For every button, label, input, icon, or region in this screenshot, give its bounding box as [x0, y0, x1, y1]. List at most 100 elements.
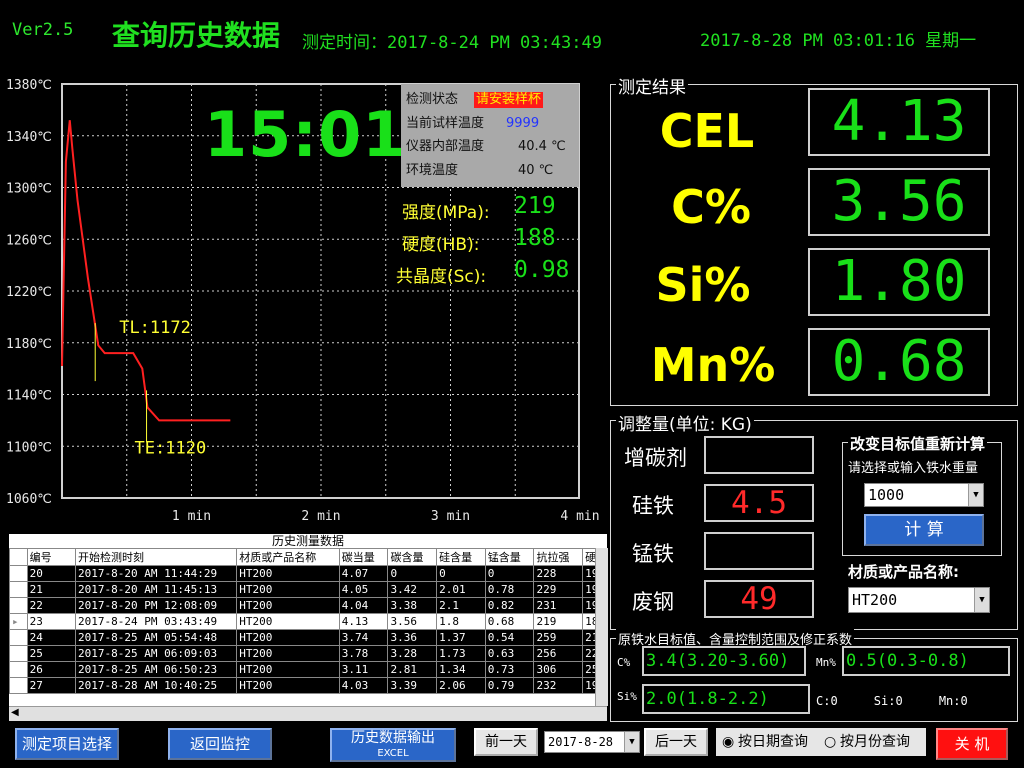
table-hscrollbar[interactable]: ◀: [9, 706, 607, 721]
table-cell[interactable]: 0: [436, 565, 486, 582]
table-row[interactable]: 25 2017-8-25 AM 06:09:03 HT200 3.78 3.28 1.73…: [9, 645, 607, 662]
table-cell[interactable]: 219: [533, 613, 584, 630]
table-cell[interactable]: 2.1: [436, 597, 486, 614]
table-row[interactable]: 24 2017-8-25 AM 05:54:48 HT200 3.74 3.36 1.37…: [9, 629, 607, 646]
table-cell[interactable]: 3.38: [387, 597, 438, 614]
table-cell[interactable]: 0.78: [484, 581, 535, 598]
table-cell[interactable]: 2017-8-20 AM 11:45:13: [75, 581, 238, 598]
table-cell[interactable]: 1.8: [436, 613, 486, 630]
row-indicator[interactable]: ▸: [9, 613, 28, 630]
chevron-down-icon[interactable]: ▼: [624, 732, 639, 752]
table-cell[interactable]: 0.68: [484, 613, 535, 630]
table-cell[interactable]: 1.37: [436, 629, 486, 646]
table-cell[interactable]: 3.42: [387, 581, 438, 598]
table-cell[interactable]: HT200: [236, 597, 340, 614]
select-test-item-button[interactable]: 测定项目选择: [15, 728, 119, 760]
table-cell[interactable]: 1.34: [436, 661, 486, 678]
table-cell[interactable]: 0.63: [484, 645, 535, 662]
table-cell[interactable]: 4.03: [338, 677, 389, 694]
calculate-button[interactable]: 计 算: [864, 514, 984, 546]
table-cell[interactable]: 25: [26, 645, 77, 662]
table-cell[interactable]: 3.74: [338, 629, 389, 646]
table-cell[interactable]: 0.54: [484, 629, 535, 646]
table-cell[interactable]: HT200: [236, 629, 340, 646]
row-indicator[interactable]: [9, 581, 28, 598]
table-cell[interactable]: 2.81: [387, 661, 438, 678]
table-cell[interactable]: 3.11: [338, 661, 389, 678]
table-cell[interactable]: HT200: [236, 661, 340, 678]
table-cell[interactable]: 4.05: [338, 581, 389, 598]
radio-selected-icon[interactable]: ◉: [722, 728, 734, 756]
table-cell[interactable]: 2.06: [436, 677, 486, 694]
table-cell[interactable]: 4.07: [338, 565, 389, 582]
shutdown-button[interactable]: 关 机: [936, 728, 1008, 760]
radio-unselected-icon[interactable]: ○: [824, 728, 836, 756]
table-cell[interactable]: 3.39: [387, 677, 438, 694]
table-cell[interactable]: 2017-8-24 PM 03:43:49: [75, 613, 238, 630]
column-header[interactable]: 碳含量: [387, 548, 438, 566]
table-cell[interactable]: 21: [26, 581, 77, 598]
table-cell[interactable]: HT200: [236, 565, 340, 582]
table-cell[interactable]: 27: [26, 677, 77, 694]
table-cell[interactable]: 26: [26, 661, 77, 678]
weight-select[interactable]: 1000 ▼: [864, 483, 984, 507]
next-day-button[interactable]: 后一天: [644, 728, 708, 756]
table-cell[interactable]: 2017-8-28 AM 10:40:25: [75, 677, 238, 694]
table-cell[interactable]: 2017-8-20 AM 11:44:29: [75, 565, 238, 582]
table-cell[interactable]: HT200: [236, 581, 340, 598]
table-row[interactable]: 20 2017-8-20 AM 11:44:29 HT200 4.07 0 0 0 228 19: [9, 565, 607, 582]
table-cell[interactable]: 0.79: [484, 677, 535, 694]
column-header[interactable]: 碳当量: [338, 548, 389, 566]
table-cell[interactable]: HT200: [236, 677, 340, 694]
table-cell[interactable]: 2017-8-20 PM 12:08:09: [75, 597, 238, 614]
table-cell[interactable]: 0: [387, 565, 438, 582]
by-month-label[interactable]: 按月份查询: [840, 728, 910, 756]
chevron-down-icon[interactable]: ▼: [974, 588, 989, 612]
table-row[interactable]: 26 2017-8-25 AM 06:50:23 HT200 3.11 2.81 1.34…: [9, 661, 607, 678]
table-cell[interactable]: HT200: [236, 645, 340, 662]
table-cell[interactable]: 231: [533, 597, 584, 614]
material-select[interactable]: HT200 ▼: [848, 587, 990, 613]
table-cell[interactable]: 24: [26, 629, 77, 646]
column-header[interactable]: 材质或产品名称: [236, 548, 340, 566]
table-cell[interactable]: 3.28: [387, 645, 438, 662]
table-row[interactable]: 21 2017-8-20 AM 11:45:13 HT200 4.05 3.42 2.01…: [9, 581, 607, 598]
row-indicator[interactable]: [9, 645, 28, 662]
table-cell[interactable]: 0.82: [484, 597, 535, 614]
table-cell[interactable]: 2017-8-25 AM 05:54:48: [75, 629, 238, 646]
date-picker[interactable]: 2017-8-28 ▼: [544, 731, 640, 753]
table-cell[interactable]: 3.36: [387, 629, 438, 646]
column-header[interactable]: 锰含量: [484, 548, 535, 566]
table-cell[interactable]: 306: [533, 661, 584, 678]
scroll-left-icon[interactable]: ◀: [11, 707, 19, 718]
table-cell[interactable]: 20: [26, 565, 77, 582]
table-cell[interactable]: 1.73: [436, 645, 486, 662]
row-indicator[interactable]: [9, 677, 28, 694]
table-row[interactable]: ▸ 23 2017-8-24 PM 03:43:49 HT200 4.13 3.56 1.8…: [9, 613, 607, 630]
table-cell[interactable]: 259: [533, 629, 584, 646]
column-header[interactable]: 编号: [26, 548, 77, 566]
table-cell[interactable]: 228: [533, 565, 584, 582]
table-cell[interactable]: 22: [26, 597, 77, 614]
table-cell[interactable]: 2.01: [436, 581, 486, 598]
table-cell[interactable]: 4.13: [338, 613, 389, 630]
column-header[interactable]: 抗拉强: [533, 548, 584, 566]
row-indicator[interactable]: [9, 597, 28, 614]
table-cell[interactable]: 4.04: [338, 597, 389, 614]
table-cell[interactable]: 23: [26, 613, 77, 630]
table-cell[interactable]: HT200: [236, 613, 340, 630]
row-indicator[interactable]: [9, 661, 28, 678]
table-cell[interactable]: 3.78: [338, 645, 389, 662]
export-excel-button[interactable]: 历史数据输出 EXCEL: [330, 728, 456, 762]
table-cell[interactable]: 2017-8-25 AM 06:09:03: [75, 645, 238, 662]
back-to-monitor-button[interactable]: 返回监控: [168, 728, 272, 760]
column-header[interactable]: 硅含量: [436, 548, 486, 566]
table-row[interactable]: 22 2017-8-20 PM 12:08:09 HT200 4.04 3.38 2.1 0…: [9, 597, 607, 614]
chevron-down-icon[interactable]: ▼: [968, 484, 983, 506]
table-cell[interactable]: 2017-8-25 AM 06:50:23: [75, 661, 238, 678]
table-vscrollbar[interactable]: [595, 548, 608, 706]
row-indicator[interactable]: [9, 565, 28, 582]
table-cell[interactable]: 3.56: [387, 613, 438, 630]
table-cell[interactable]: 0: [484, 565, 535, 582]
column-header[interactable]: 开始检测时刻: [75, 548, 238, 566]
